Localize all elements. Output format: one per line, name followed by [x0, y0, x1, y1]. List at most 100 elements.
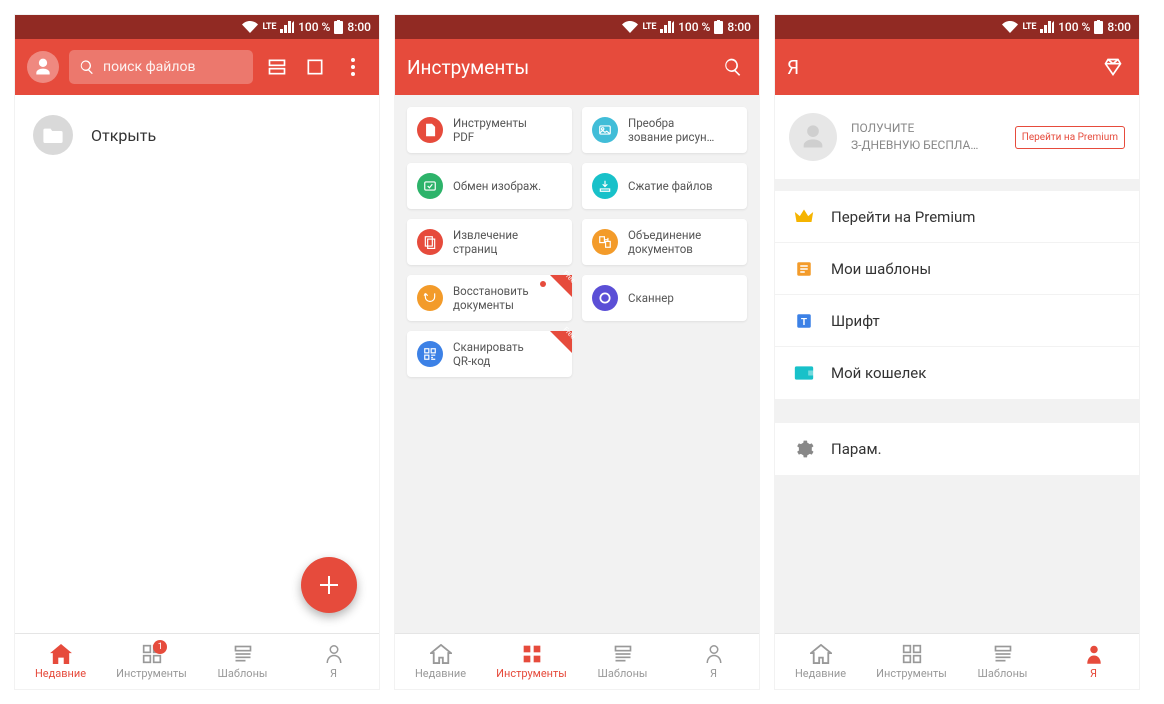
nav-label: Инструменты [876, 667, 947, 680]
battery-icon [334, 20, 343, 34]
battery-pct: 100 % [298, 20, 330, 34]
plus-icon [317, 573, 341, 597]
person-icon [325, 644, 343, 664]
wallet-icon [793, 362, 815, 384]
tool-card[interactable]: ИнструментыPDF [407, 107, 572, 153]
menu-item-label: Шрифт [831, 312, 880, 330]
menu-item[interactable]: T Шрифт [775, 295, 1139, 347]
nav-badge: 1 [153, 640, 167, 654]
search-button[interactable] [719, 57, 747, 77]
folder-icon [33, 115, 73, 155]
battery-icon [714, 20, 723, 34]
tool-label: Извлечениестраниц [453, 228, 518, 257]
nav-label: Инструменты [116, 667, 187, 680]
me-content: ПОЛУЧИТЕ З-ДНЕВНУЮ БЕСПЛА… Перейти на Pr… [775, 95, 1139, 633]
free-ribbon [550, 331, 572, 353]
page-title: Инструменты [407, 56, 709, 79]
search-placeholder: поиск файлов [103, 59, 195, 75]
nav-label: Шаблоны [598, 667, 648, 680]
person-icon [1085, 644, 1103, 664]
lte-label: LTE [1022, 22, 1036, 32]
tool-icon [592, 173, 618, 199]
select-toggle-icon[interactable] [301, 57, 329, 77]
battery-icon [1094, 20, 1103, 34]
free-ribbon [550, 275, 572, 297]
nav-me[interactable]: Я [668, 634, 759, 689]
nav-me[interactable]: Я [1048, 634, 1139, 689]
signal-icon [280, 21, 294, 33]
clock: 8:00 [727, 20, 751, 34]
status-bar: LTE 100 % 8:00 [775, 15, 1139, 39]
premium-button[interactable]: Перейти на Premium [1015, 126, 1125, 149]
home-icon [810, 644, 832, 664]
nav-recent[interactable]: Недавние [775, 634, 866, 689]
promo-text: ПОЛУЧИТЕ З-ДНЕВНУЮ БЕСПЛА… [851, 120, 1001, 154]
nav-tools[interactable]: Инструменты [486, 634, 577, 689]
menu-item[interactable]: Перейти на Premium [775, 191, 1139, 243]
clock: 8:00 [347, 20, 371, 34]
tool-card[interactable]: Сканнер [582, 275, 747, 321]
tool-card[interactable]: Обмен изображ. [407, 163, 572, 209]
fab-new[interactable] [301, 557, 357, 613]
tool-label: Обмен изображ. [453, 179, 541, 193]
tool-label: Сканнер [628, 291, 674, 305]
nav-templates[interactable]: Шаблоны [197, 634, 288, 689]
toolbar-recent: поиск файлов [15, 39, 379, 95]
more-icon[interactable] [339, 58, 367, 76]
battery-pct: 100 % [1058, 20, 1090, 34]
tool-card[interactable]: Объединениедокументов [582, 219, 747, 265]
font-icon: T [793, 310, 815, 332]
nav-tools[interactable]: 1 Инструменты [106, 634, 197, 689]
open-folder-row[interactable]: Открыть [15, 95, 379, 175]
avatar-icon[interactable] [27, 51, 59, 83]
bottom-nav: Недавние Инструменты Шаблоны Я [395, 633, 759, 689]
menu-item-settings[interactable]: Парам. [775, 423, 1139, 475]
search-input[interactable]: поиск файлов [69, 50, 253, 84]
grid-icon [522, 644, 542, 664]
tool-card[interactable]: Сжатие файлов [582, 163, 747, 209]
signal-icon [1040, 21, 1054, 33]
templates-icon [233, 644, 253, 664]
toolbar-tools: Инструменты [395, 39, 759, 95]
menu-list: Перейти на Premium Мои шаблоны T Шрифт Мой к… [775, 191, 1139, 399]
tool-card[interactable]: СканироватьQR-код [407, 331, 572, 377]
tools-content: ИнструментыPDF Преобразование рисун… Обмен… [395, 95, 759, 633]
tool-icon [592, 229, 618, 255]
tool-icon [417, 285, 443, 311]
gear-icon [793, 438, 815, 460]
layout-toggle-icon[interactable] [263, 57, 291, 77]
menu-item-label: Мои шаблоны [831, 260, 931, 278]
tool-icon [417, 173, 443, 199]
bottom-nav: Недавние 1 Инструменты Шаблоны Я [15, 633, 379, 689]
crown-icon [793, 206, 815, 228]
recent-content: Открыть [15, 95, 379, 633]
nav-label: Я [1090, 667, 1097, 680]
nav-recent[interactable]: Недавние [395, 634, 486, 689]
tool-card[interactable]: Преобразование рисун… [582, 107, 747, 153]
menu-item[interactable]: Мои шаблоны [775, 243, 1139, 295]
nav-label: Шаблоны [218, 667, 268, 680]
nav-templates[interactable]: Шаблоны [577, 634, 668, 689]
tool-label: Преобразование рисун… [628, 116, 714, 145]
search-icon [79, 59, 95, 75]
nav-tools[interactable]: Инструменты [866, 634, 957, 689]
tool-label: Восстановитьдокументы [453, 284, 529, 313]
nav-templates[interactable]: Шаблоны [957, 634, 1048, 689]
page-title: Я [787, 56, 1089, 79]
screen-me: LTE 100 % 8:00 Я ПОЛУЧИТЕ З-ДНЕВНУЮ БЕСП… [774, 14, 1140, 690]
menu-item-label: Мой кошелек [831, 364, 926, 382]
tool-card[interactable]: Извлечениестраниц [407, 219, 572, 265]
menu-item[interactable]: Мой кошелек [775, 347, 1139, 399]
home-icon [50, 644, 72, 664]
nav-recent[interactable]: Недавние [15, 634, 106, 689]
theme-icon[interactable] [1099, 57, 1127, 77]
tool-icon [592, 117, 618, 143]
home-icon [430, 644, 452, 664]
person-icon [705, 644, 723, 664]
avatar-icon[interactable] [789, 113, 837, 161]
nav-me[interactable]: Я [288, 634, 379, 689]
tool-label: СканироватьQR-код [453, 340, 524, 369]
tool-card[interactable]: Восстановитьдокументы [407, 275, 572, 321]
bottom-nav: Недавние Инструменты Шаблоны Я [775, 633, 1139, 689]
nav-label: Инструменты [496, 667, 567, 680]
